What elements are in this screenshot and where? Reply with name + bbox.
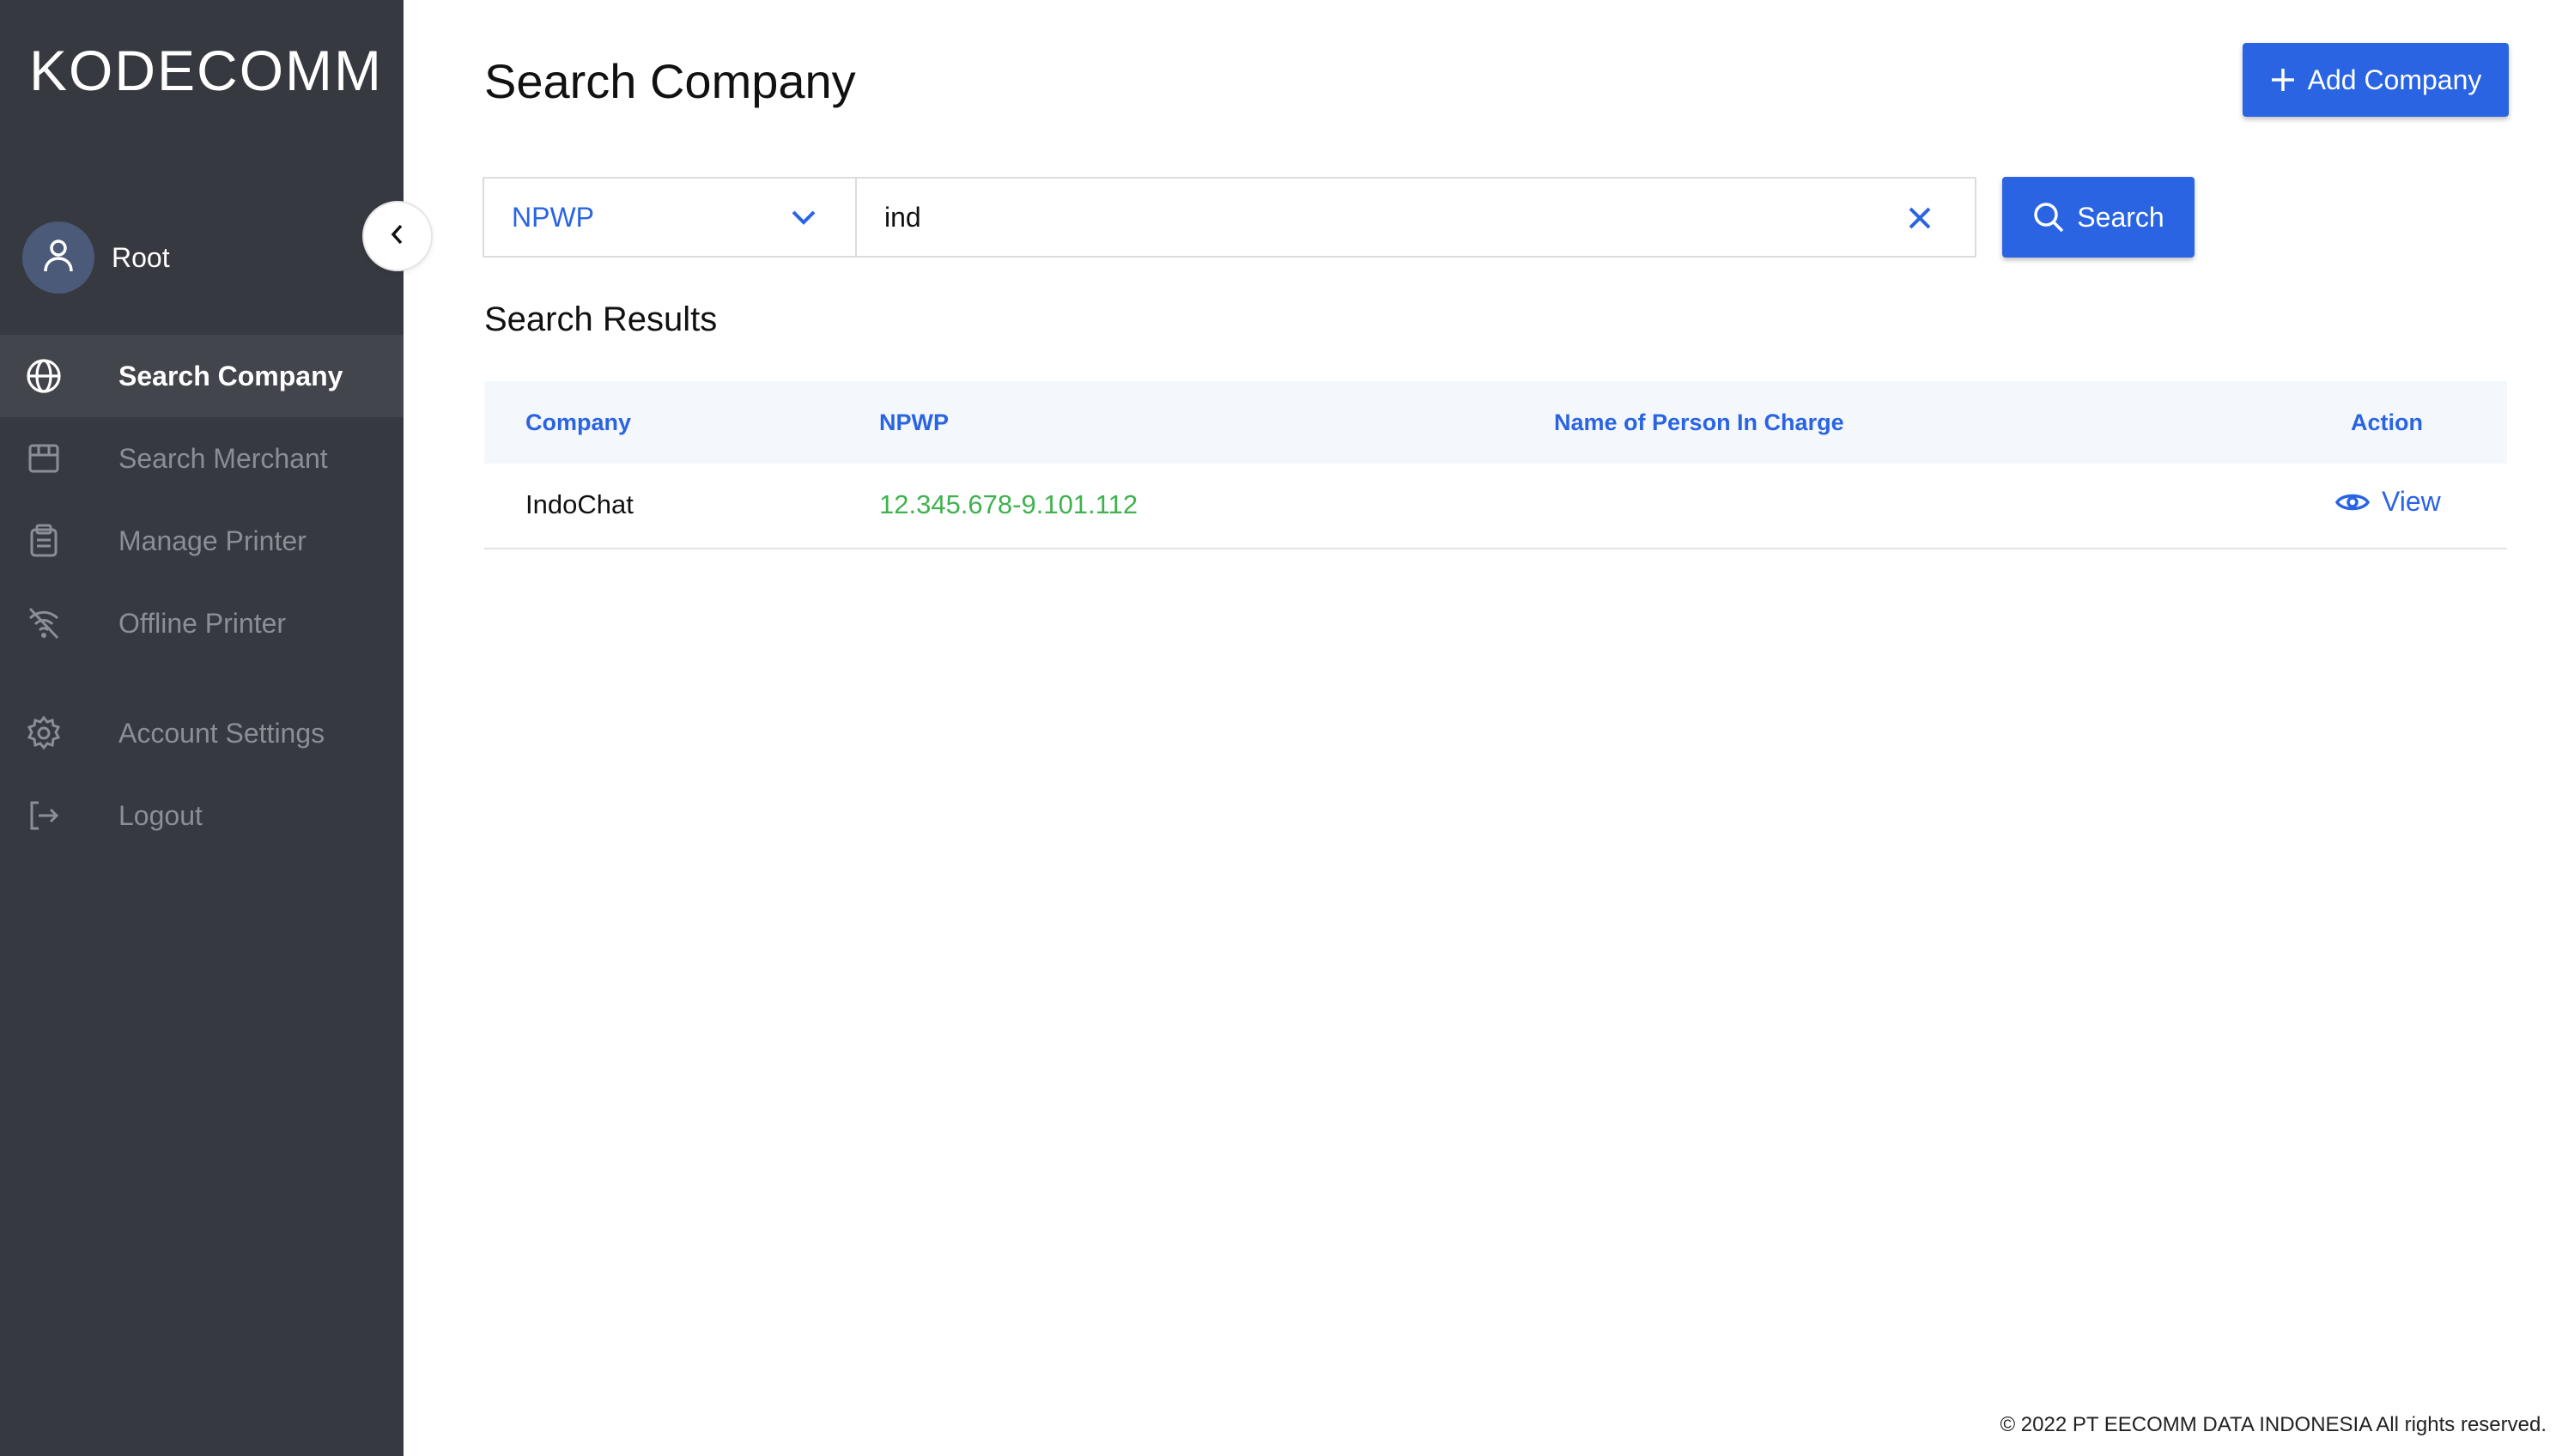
gear-icon	[24, 713, 64, 753]
results-table: Company NPWP Name of Person In Charge Ac…	[484, 381, 2507, 549]
column-header-person-in-charge: Name of Person In Charge	[1554, 409, 1844, 435]
chevron-left-icon	[388, 223, 407, 250]
sidebar-item-manage-printer[interactable]: Manage Printer	[0, 500, 404, 582]
footer-copyright: © 2022 PT EECOMM DATA INDONESIA All righ…	[2000, 1413, 2547, 1436]
sidebar-item-offline-printer[interactable]: Offline Printer	[0, 582, 404, 664]
sidebar-item-label: Offline Printer	[118, 607, 287, 639]
search-button-label: Search	[2077, 201, 2164, 233]
avatar	[22, 221, 94, 294]
column-header-npwp: NPWP	[879, 409, 949, 435]
app-root: KODECOMM Root Search Company Search Merc…	[0, 0, 2562, 1456]
store-icon	[24, 439, 64, 478]
search-button[interactable]: Search	[2002, 177, 2195, 258]
collapse-sidebar-button[interactable]	[362, 201, 433, 271]
column-header-company: Company	[525, 409, 632, 435]
sidebar-nav: Search Company Search Merchant Manage Pr…	[0, 335, 404, 857]
search-icon	[2032, 201, 2065, 234]
table-header: Company NPWP Name of Person In Charge Ac…	[484, 381, 2507, 464]
results-title: Search Results	[484, 300, 718, 338]
sidebar-item-label: Search Merchant	[118, 442, 328, 474]
search-filter-select[interactable]: NPWP	[484, 179, 857, 256]
cell-npwp: 12.345.678-9.101.112	[879, 489, 1138, 519]
printer-icon	[24, 521, 64, 561]
sidebar-item-label: Logout	[118, 799, 203, 831]
view-label: View	[2382, 486, 2441, 517]
user-name: Root	[112, 241, 170, 273]
cell-company: IndoChat	[525, 489, 634, 519]
user-profile: Root	[22, 221, 170, 294]
add-company-button[interactable]: Add Company	[2243, 43, 2509, 117]
logo: KODECOMM	[29, 39, 383, 102]
sidebar: KODECOMM Root Search Company Search Merc…	[0, 0, 404, 1456]
sidebar-item-logout[interactable]: Logout	[0, 774, 404, 857]
chevron-down-icon	[790, 203, 817, 236]
plus-icon	[2270, 67, 2296, 93]
wifi-off-icon	[24, 604, 64, 643]
user-icon	[43, 239, 74, 277]
search-input[interactable]	[857, 179, 1975, 256]
logout-icon	[24, 796, 64, 835]
sidebar-item-search-merchant[interactable]: Search Merchant	[0, 417, 404, 500]
table-row: IndoChat 12.345.678-9.101.112 View	[484, 464, 2507, 549]
add-company-label: Add Company	[2307, 64, 2482, 95]
sidebar-item-search-company[interactable]: Search Company	[0, 335, 404, 417]
sidebar-item-label: Account Settings	[118, 717, 325, 749]
eye-icon	[2335, 490, 2370, 514]
sidebar-item-label: Search Company	[118, 360, 343, 391]
search-input-wrapper	[857, 179, 1975, 256]
sidebar-item-label: Manage Printer	[118, 525, 307, 556]
clear-icon[interactable]	[1903, 201, 1937, 235]
column-header-action: Action	[2351, 409, 2423, 435]
page-title: Search Company	[484, 54, 856, 108]
search-filter-value: NPWP	[512, 201, 594, 233]
globe-icon	[24, 356, 64, 396]
view-button[interactable]: View	[2335, 486, 2441, 518]
search-bar: NPWP	[483, 177, 1976, 258]
sidebar-item-account-settings[interactable]: Account Settings	[0, 692, 404, 774]
nav-divider	[0, 664, 404, 692]
